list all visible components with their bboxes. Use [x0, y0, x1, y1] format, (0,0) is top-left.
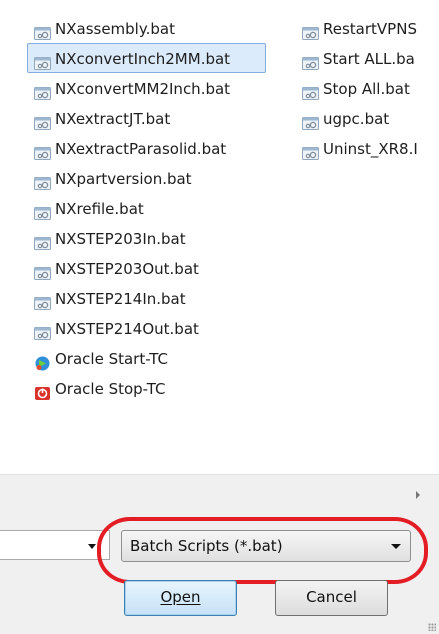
- file-list-item[interactable]: Uninst_XR8.I: [300, 133, 439, 163]
- scroll-right-icon[interactable]: [416, 491, 420, 499]
- batch-file-icon: [34, 81, 51, 100]
- file-name-label: NXextractParasolid.bat: [55, 140, 227, 158]
- file-name-label: NXassembly.bat: [55, 20, 175, 38]
- file-list-item[interactable]: NXSTEP203Out.bat: [32, 253, 292, 283]
- oracle-start-icon: [34, 351, 51, 371]
- file-list-item[interactable]: RestartVPNS: [300, 13, 439, 43]
- file-list-item[interactable]: Stop All.bat: [300, 73, 439, 103]
- file-name-label: NXSTEP203In.bat: [55, 230, 186, 248]
- batch-file-icon: [34, 51, 51, 70]
- file-list-pane[interactable]: NXassembly.bat NXconvertInch2MM.bat NXconv…: [0, 0, 439, 474]
- batch-file-icon: [34, 111, 51, 130]
- file-name-label: NXSTEP214In.bat: [55, 290, 186, 308]
- file-name-label: Start ALL.ba: [323, 50, 415, 68]
- file-list-item[interactable]: NXextractJT.bat: [32, 103, 292, 133]
- batch-file-icon: [34, 141, 51, 160]
- file-type-select[interactable]: Batch Scripts (*.bat): [121, 530, 411, 562]
- file-name-label: NXSTEP203Out.bat: [55, 260, 199, 278]
- file-name-label: NXextractJT.bat: [55, 110, 171, 128]
- file-name-label: ugpc.bat: [323, 110, 390, 128]
- file-list-item[interactable]: Oracle Stop-TC: [32, 373, 292, 403]
- batch-file-icon: [34, 291, 51, 310]
- batch-file-icon: [302, 81, 319, 100]
- batch-file-icon: [302, 111, 319, 130]
- file-list-item[interactable]: NXconvertInch2MM.bat: [27, 43, 266, 73]
- batch-file-icon: [34, 171, 51, 190]
- horizontal-scrollbar[interactable]: [0, 474, 439, 513]
- chevron-down-icon[interactable]: [391, 544, 401, 549]
- file-name-label: NXconvertInch2MM.bat: [55, 50, 231, 68]
- oracle-stop-icon: [34, 381, 51, 400]
- file-list-item[interactable]: NXassembly.bat: [32, 13, 292, 43]
- file-list-item[interactable]: NXSTEP214Out.bat: [32, 313, 292, 343]
- file-type-select-value: Batch Scripts (*.bat): [130, 537, 283, 555]
- file-name-label: NXconvertMM2Inch.bat: [55, 80, 231, 98]
- open-button[interactable]: Open: [124, 580, 237, 616]
- cancel-button[interactable]: Cancel: [275, 580, 388, 616]
- file-name-label: Oracle Start-TC: [55, 350, 169, 368]
- file-list-column-1: NXassembly.bat NXconvertInch2MM.bat NXconv…: [27, 13, 292, 403]
- file-name-label: Uninst_XR8.I: [323, 140, 418, 158]
- batch-file-icon: [302, 21, 319, 40]
- file-list-item[interactable]: NXpartversion.bat: [32, 163, 292, 193]
- batch-file-icon: [302, 141, 319, 160]
- file-name-label: Stop All.bat: [323, 80, 410, 98]
- file-list-item[interactable]: Oracle Start-TC: [32, 343, 292, 373]
- file-name-label: NXpartversion.bat: [55, 170, 192, 188]
- batch-file-icon: [302, 51, 319, 70]
- file-list-item[interactable]: ugpc.bat: [300, 103, 439, 133]
- file-name-label: NXrefile.bat: [55, 200, 144, 218]
- file-list-item[interactable]: Start ALL.ba: [300, 43, 439, 73]
- batch-file-icon: [34, 201, 51, 220]
- file-name-label: NXSTEP214Out.bat: [55, 320, 199, 338]
- file-list-item[interactable]: NXextractParasolid.bat: [32, 133, 292, 163]
- batch-file-icon: [34, 231, 51, 250]
- file-list-column-2: RestartVPNS Start ALL.ba Stop All.bat ugpc.…: [300, 13, 439, 163]
- batch-file-icon: [34, 321, 51, 340]
- cancel-button-label: Cancel: [306, 588, 357, 606]
- resize-grip-icon[interactable]: [428, 623, 436, 631]
- file-list-item[interactable]: NXSTEP203In.bat: [32, 223, 292, 253]
- batch-file-icon: [34, 21, 51, 40]
- file-list-item[interactable]: NXconvertMM2Inch.bat: [32, 73, 292, 103]
- file-name-label: Oracle Stop-TC: [55, 380, 166, 398]
- file-name-label: RestartVPNS: [323, 20, 417, 38]
- open-button-label: Open: [160, 588, 201, 606]
- file-list-item[interactable]: NXrefile.bat: [32, 193, 292, 223]
- file-name-dropdown-icon[interactable]: [88, 544, 96, 549]
- batch-file-icon: [34, 261, 51, 280]
- file-list-item[interactable]: NXSTEP214In.bat: [32, 283, 292, 313]
